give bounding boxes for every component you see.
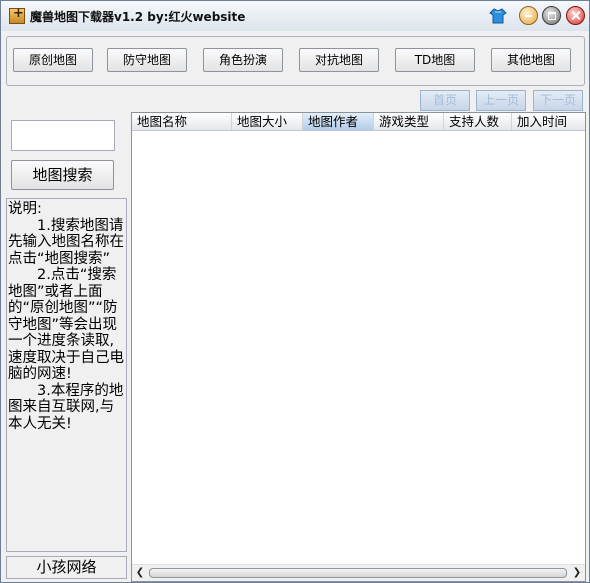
first-page-button[interactable]: 首页	[420, 90, 470, 111]
category-button-rpg[interactable]: 角色扮演	[203, 48, 283, 72]
column-header-name[interactable]: 地图名称	[132, 113, 232, 130]
column-header-players[interactable]: 支持人数	[444, 113, 512, 130]
category-button-td[interactable]: TD地图	[395, 48, 475, 72]
horizontal-scrollbar[interactable]: ❮ ❯	[132, 564, 585, 581]
prev-page-button[interactable]: 上一页	[476, 90, 526, 111]
description-item: 2.点击“搜索地图”或者上面的“原创地图”“防守地图”等会出现一个进度条读取,速…	[8, 267, 124, 382]
column-header-size[interactable]: 地图大小	[232, 113, 303, 130]
description-box: 说明: 1.搜索地图请先输入地图名称在点击“地图搜索” 2.点击“搜索地图”或者…	[6, 198, 127, 552]
app-icon	[9, 6, 25, 24]
category-button-defense[interactable]: 防守地图	[107, 48, 187, 72]
column-header-type[interactable]: 游戏类型	[374, 113, 444, 130]
scroll-left-icon[interactable]: ❮	[133, 566, 147, 580]
title-bar[interactable]: 魔兽地图下载器v1.2 by:红火website	[1, 1, 589, 31]
description-item: 3.本程序的地图来自互联网,与本人无关!	[8, 382, 124, 432]
category-button-other[interactable]: 其他地图	[491, 48, 571, 72]
minimize-icon[interactable]	[519, 6, 538, 25]
map-list-table[interactable]: 地图名称 地图大小 地图作者 游戏类型 支持人数 加入时间 ❮ ❯	[131, 112, 586, 582]
window-title: 魔兽地图下载器v1.2 by:红火website	[30, 10, 246, 24]
next-page-button[interactable]: 下一页	[533, 90, 583, 111]
table-header: 地图名称 地图大小 地图作者 游戏类型 支持人数 加入时间	[132, 113, 585, 131]
category-button-versus[interactable]: 对抗地图	[299, 48, 379, 72]
close-icon[interactable]	[566, 6, 585, 25]
maximize-icon[interactable]	[542, 6, 561, 25]
column-header-added-time[interactable]: 加入时间	[512, 113, 585, 130]
search-button[interactable]: 地图搜索	[11, 160, 114, 190]
description-item: 1.搜索地图请先输入地图名称在点击“地图搜索”	[8, 217, 124, 267]
scroll-right-icon[interactable]: ❯	[570, 566, 584, 580]
scrollbar-thumb[interactable]	[149, 568, 567, 578]
description-heading: 说明:	[8, 201, 42, 217]
footer-label: 小孩网络	[6, 556, 127, 579]
category-panel: 原创地图 防守地图 角色扮演 对抗地图 TD地图 其他地图	[6, 36, 585, 86]
skin-icon[interactable]	[489, 7, 507, 25]
search-input[interactable]	[11, 120, 115, 151]
main-window: 魔兽地图下载器v1.2 by:红火website 原创地图 防守地图 角色扮演 …	[0, 0, 590, 583]
column-header-author[interactable]: 地图作者	[303, 113, 374, 130]
category-button-original[interactable]: 原创地图	[13, 48, 93, 72]
